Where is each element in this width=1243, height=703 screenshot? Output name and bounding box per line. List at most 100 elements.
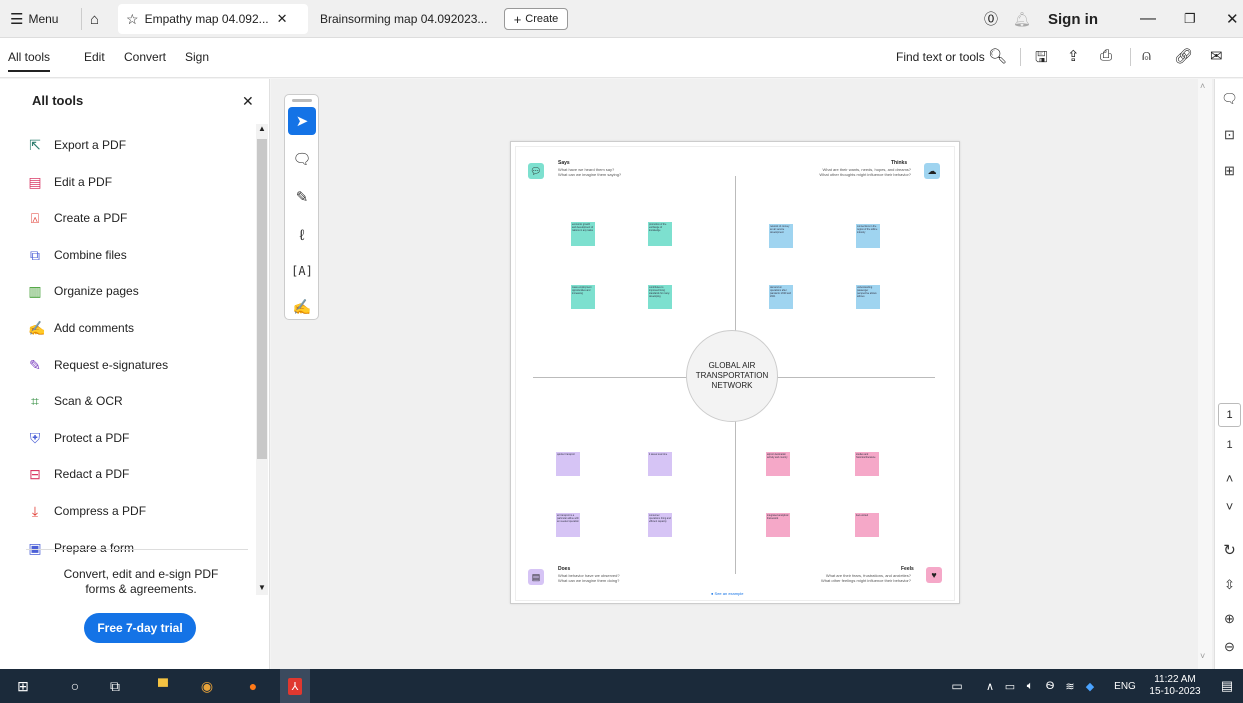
menu-edit[interactable]: Edit	[84, 50, 105, 64]
search-icon[interactable]: 🔍︎	[988, 47, 1007, 65]
tool-combine-files[interactable]: ⧉ Combine files	[26, 245, 127, 265]
pdf-page[interactable]: GLOBAL AIR TRANSPORTATION NETWORK 💬︎ Say…	[510, 141, 960, 604]
sticky-note-does[interactable]: air transport is a particular airline wi…	[556, 513, 580, 537]
find-text-button[interactable]: Find text or tools	[896, 50, 985, 64]
tool-create-pdf[interactable]: ⍓ Create a PDF	[26, 208, 128, 228]
bookmark-icon[interactable]: ⊡	[1219, 127, 1240, 143]
scrollbar-track[interactable]: ▲ ▼	[256, 124, 268, 595]
free-trial-button[interactable]: Free 7-day trial	[84, 613, 196, 643]
scroll-down-icon[interactable]: ˅	[1200, 651, 1205, 661]
wifi-icon[interactable]: ≋	[1060, 669, 1080, 703]
widget-icon[interactable]: ▭	[944, 669, 970, 703]
speech-bubble-icon: 💬︎	[528, 163, 544, 179]
sticky-note-says[interactable]: mass employment opportunities and increa…	[571, 285, 595, 309]
acrobat-taskbar-icon[interactable]: ⅄	[280, 669, 310, 703]
security-icon[interactable]: ◆	[1080, 669, 1100, 703]
add-comment-tool-icon[interactable]: 🗨︎	[288, 145, 316, 173]
menu-sign[interactable]: Sign	[185, 50, 209, 64]
sign-pen-icon[interactable]: ✍	[288, 293, 316, 321]
title-bar: ☰ Menu ⌂ ☆ Empathy map 04.092... ✕ Brain…	[0, 0, 1243, 38]
scroll-up-icon[interactable]: ▲	[258, 124, 266, 133]
bell-icon[interactable]: 🔔︎	[1013, 0, 1031, 38]
canvas-scrollbar[interactable]: ˄ ˅	[1198, 79, 1212, 669]
drag-handle[interactable]	[292, 99, 312, 102]
sticky-note-thinks[interactable]: understanding passenger perspective allo…	[856, 285, 880, 309]
sticky-note-feels[interactable]: integrated analytical framework	[766, 513, 790, 537]
rotate-icon[interactable]: ↻	[1219, 541, 1240, 559]
zoom-out-icon[interactable]: ⊖	[1219, 639, 1240, 655]
tool-edit-pdf[interactable]: ▤ Edit a PDF	[26, 172, 112, 192]
clock[interactable]: 11:22 AM 15-10-2023	[1144, 669, 1206, 703]
next-page-icon[interactable]: ˅	[1219, 499, 1240, 514]
sticky-note-says[interactable]: promotion of the exchange of knowledge	[648, 222, 672, 246]
menu-button[interactable]: ☰ Menu	[10, 0, 58, 38]
scrollbar-thumb[interactable]	[257, 139, 267, 459]
create-button[interactable]: + Create	[504, 8, 568, 30]
close-window-icon[interactable]: ✕	[1226, 0, 1239, 38]
menu-all-tools[interactable]: All tools	[8, 50, 51, 72]
tool-export-pdf[interactable]: ⇱ Export a PDF	[26, 135, 126, 155]
zoom-in-icon[interactable]: ⊕	[1219, 611, 1240, 627]
sticky-note-thinks[interactable]: network of convey an air service develop…	[769, 224, 793, 248]
close-tab-icon[interactable]: ✕	[277, 11, 288, 27]
tab-empathy-map[interactable]: ☆ Empathy map 04.092... ✕	[118, 4, 308, 34]
tool-scan-ocr[interactable]: ⌗ Scan & OCR	[26, 391, 123, 411]
minimize-icon[interactable]: —	[1140, 0, 1156, 38]
tool-protect-pdf[interactable]: ⛨ Protect a PDF	[26, 428, 130, 448]
sticky-note-feels[interactable]: studies and historical literature	[855, 452, 879, 476]
upload-icon[interactable]: ⇪	[1067, 47, 1080, 65]
scroll-up-icon[interactable]: ˄	[1200, 81, 1205, 91]
firefox-icon[interactable]: ●	[238, 669, 268, 703]
page-number-input[interactable]: 1	[1218, 403, 1241, 427]
file-explorer-icon[interactable]: ▀	[148, 669, 178, 703]
close-panel-icon[interactable]: ✕	[242, 93, 254, 110]
text-box-icon[interactable]: [A]	[288, 257, 316, 285]
tool-compress-pdf[interactable]: ⤓ Compress a PDF	[26, 501, 146, 521]
chrome-icon[interactable]: ◉	[192, 669, 222, 703]
scroll-down-icon[interactable]: ▼	[258, 583, 266, 592]
notification-icon[interactable]: ▤	[1214, 669, 1240, 703]
highlight-pen-icon[interactable]: ✎	[288, 183, 316, 211]
print-icon[interactable]: ⎙	[1100, 47, 1112, 64]
sticky-note-says[interactable]: economic growth and development of natio…	[571, 222, 595, 246]
prev-page-icon[interactable]: ˄	[1219, 471, 1240, 486]
page-fit-icon[interactable]: ⇳	[1219, 577, 1240, 593]
search-icon[interactable]: ○	[60, 669, 90, 703]
says-title: Says	[558, 160, 570, 166]
save-icon[interactable]: 🖫	[1035, 47, 1048, 72]
restore-icon[interactable]: ❐	[1184, 0, 1196, 38]
battery-icon[interactable]: ▭	[1000, 669, 1020, 703]
sticky-note-feels[interactable]: feel excited	[855, 513, 879, 537]
sticky-note-says[interactable]: contributes to improved living standards…	[648, 285, 672, 309]
sign-in-button[interactable]: Sign in	[1048, 0, 1098, 38]
comments-icon[interactable]: 🗨︎	[1219, 91, 1240, 107]
tool-prepare-form[interactable]: ▣ Prepare a form	[26, 538, 134, 558]
tool-organize-pages[interactable]: ▥ Organize pages	[26, 281, 138, 301]
help-icon[interactable]: ⓪	[984, 0, 998, 38]
mail-icon[interactable]: ✉	[1210, 47, 1223, 65]
language-indicator[interactable]: ENG	[1110, 669, 1140, 703]
sticky-note-feels[interactable]: airport destination activity and country	[766, 452, 790, 476]
tab-brainstorming-map[interactable]: Brainsorming map 04.092023...	[312, 4, 502, 34]
home-icon[interactable]: ⌂	[90, 0, 99, 38]
sticky-note-thinks[interactable]: demand on operations after pandemic 2020…	[769, 285, 793, 309]
menu-convert[interactable]: Convert	[124, 50, 166, 64]
tool-add-comments[interactable]: ✍ Add comments	[26, 318, 134, 338]
sticky-note-does[interactable]: it saves less time	[648, 452, 672, 476]
sticky-note-does[interactable]: consumer operations bring and efficient …	[648, 513, 672, 537]
thumbnails-icon[interactable]: ⊞	[1219, 163, 1240, 179]
select-tool-icon[interactable]: ➤	[288, 107, 316, 135]
sticky-note-thinks[interactable]: connections in the region of the airline…	[856, 224, 880, 248]
link-icon[interactable]: 🔗︎	[1174, 47, 1193, 65]
tool-request-esign[interactable]: ✎ Request e-signatures	[26, 355, 168, 375]
task-view-icon[interactable]: ⧉	[100, 669, 130, 703]
network-icon[interactable]: Ѳ	[1040, 669, 1060, 703]
sticky-note-does[interactable]: quicker transport	[556, 452, 580, 476]
lasso-draw-icon[interactable]: ℓ	[288, 221, 316, 249]
share-user-icon[interactable]: ⍝	[1142, 47, 1151, 64]
volume-icon[interactable]: 🔈︎	[1020, 669, 1040, 703]
windows-start-icon[interactable]: ⊞	[8, 669, 38, 703]
tray-chevron-icon[interactable]: ∧	[980, 669, 1000, 703]
tool-redact-pdf[interactable]: ⊟ Redact a PDF	[26, 464, 129, 484]
see-example-link[interactable]: ● See an example	[711, 591, 743, 596]
